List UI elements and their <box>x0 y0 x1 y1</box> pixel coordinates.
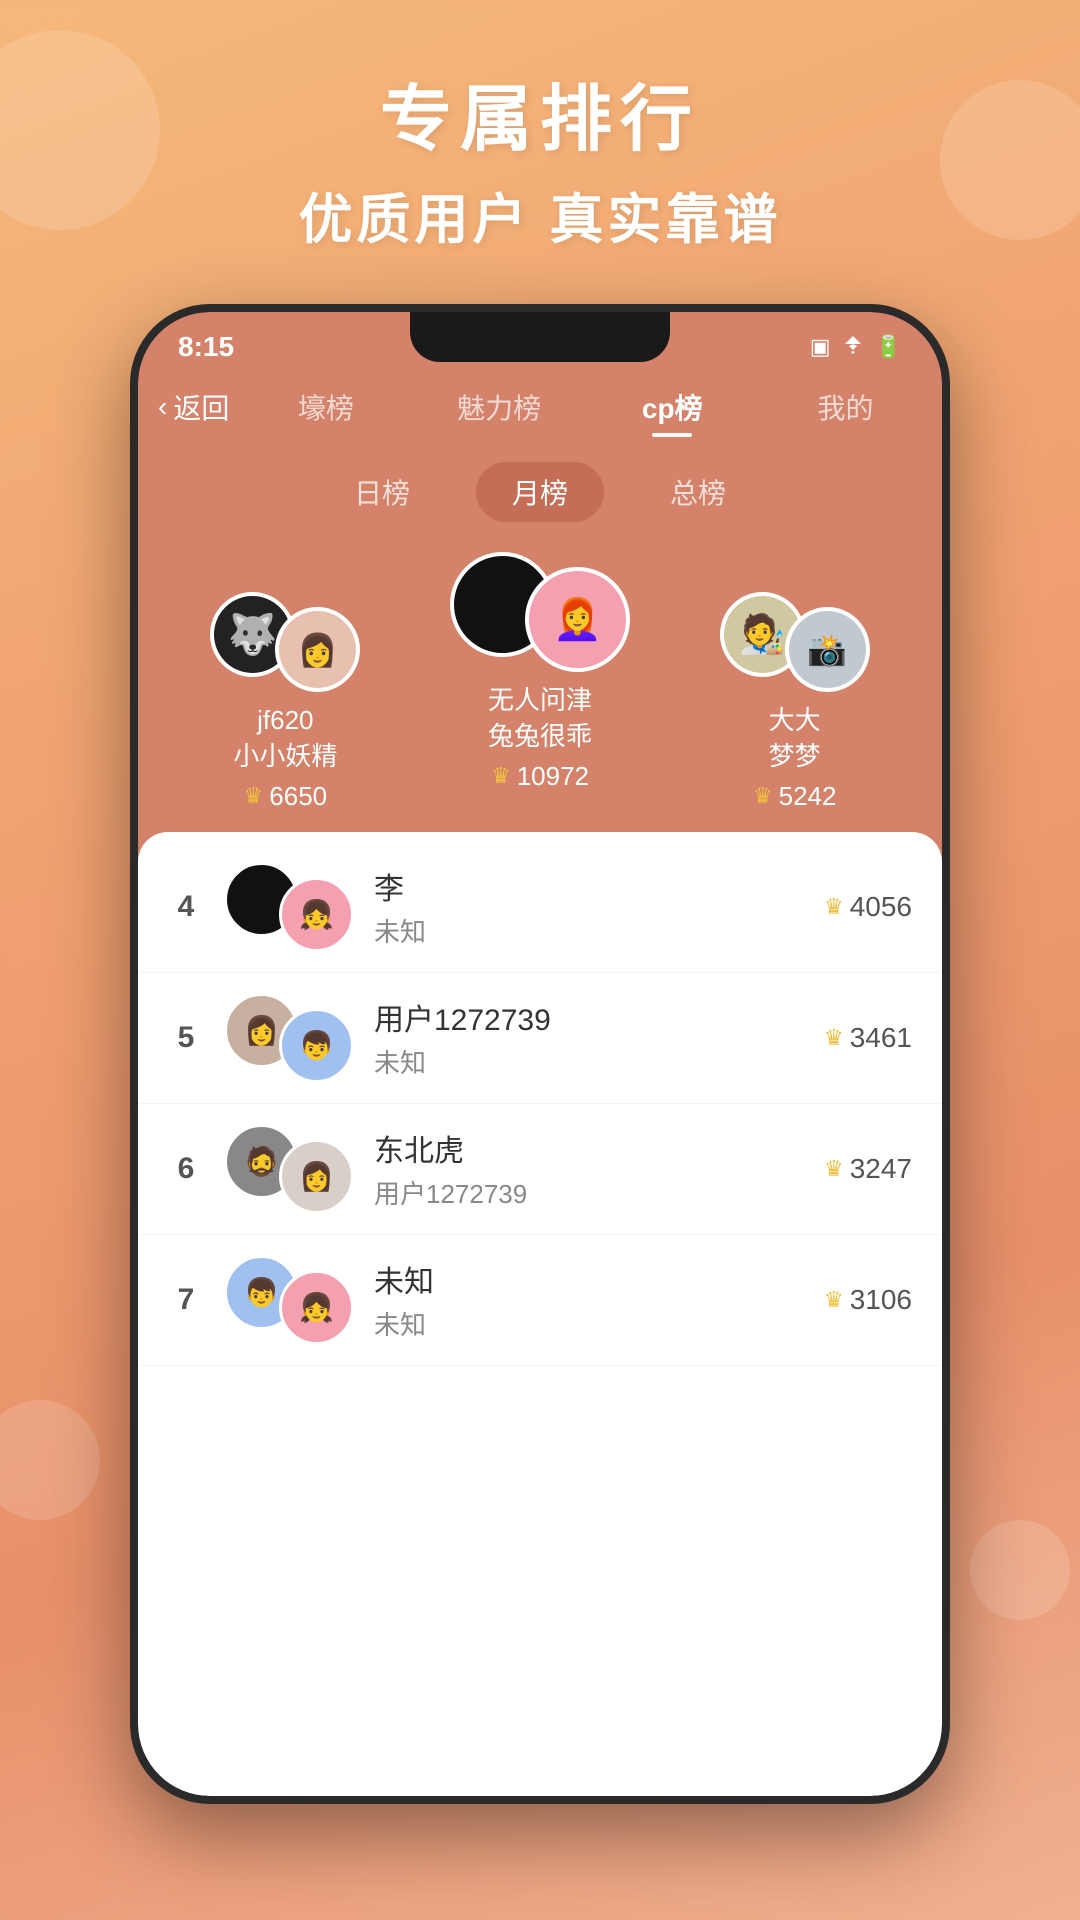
list-score-5: ♛ 3461 <box>824 1022 912 1054</box>
avatar-3-right: 📸 <box>785 607 870 692</box>
bg-circle-3 <box>0 1400 100 1520</box>
bg-circle-1 <box>0 30 160 230</box>
battery-icon: 🔋 <box>875 334 902 360</box>
cp-name-3: 大大 梦梦 <box>769 702 821 775</box>
phone-screen: 8:15 ▣ 🔋 ‹ 返回 壕榜 魅力榜 cp榜 我的 <box>138 312 942 1796</box>
cp-score-2: ♛ 6650 <box>244 781 328 812</box>
nav-tabs: ‹ 返回 壕榜 魅力榜 cp榜 我的 <box>138 372 942 442</box>
avatar-2-right: 👩 <box>275 607 360 692</box>
back-button[interactable]: ‹ 返回 <box>158 387 229 427</box>
bg-circle-2 <box>940 80 1080 240</box>
cp-name2-2: 小小妖精 <box>233 738 337 774</box>
page-title-main: 专属排行 <box>298 60 781 165</box>
list-info-5: 用户1272739 未知 <box>374 995 804 1080</box>
list-name1-7: 未知 <box>374 1257 804 1301</box>
score-value-2: 6650 <box>269 781 327 812</box>
back-chevron-icon: ‹ <box>158 391 167 423</box>
list-score-val-4: 4056 <box>850 891 912 923</box>
list-name2-5: 未知 <box>374 1043 804 1080</box>
podium-item-3: 🧑‍🎨 📸 大大 梦梦 ♛ 5242 <box>677 592 912 812</box>
crown-icon-2: ♛ <box>244 783 264 809</box>
list-info-6: 东北虎 用户1272739 <box>374 1126 804 1211</box>
tab-total[interactable]: 总榜 <box>634 462 762 522</box>
list-crown-5: ♛ <box>824 1025 844 1051</box>
avatar-4-right: 👧 <box>279 877 354 952</box>
score-value-1: 10972 <box>517 761 589 792</box>
crown-icon-1: ♛ <box>491 763 511 789</box>
cp-score-3: ♛ 5242 <box>753 781 837 812</box>
tab-daily[interactable]: 日榜 <box>318 462 446 522</box>
list-crown-4: ♛ <box>824 894 844 920</box>
rank-7: 7 <box>168 1283 204 1317</box>
list-info-7: 未知 未知 <box>374 1257 804 1342</box>
cp-name2-1: 兔兔很乖 <box>488 718 592 754</box>
avatar-7-right: 👧 <box>279 1270 354 1345</box>
phone-notch <box>410 312 670 362</box>
wifi-icon <box>841 334 865 360</box>
list-score-val-6: 3247 <box>850 1153 912 1185</box>
cp-score-1: ♛ 10972 <box>491 761 589 792</box>
avatar-1-right: 👩‍🦰 <box>525 567 630 672</box>
tab-cp[interactable]: cp榜 <box>596 381 749 433</box>
list-score-7: ♛ 3106 <box>824 1284 912 1316</box>
status-time: 8:15 <box>178 331 234 363</box>
list-name2-7: 未知 <box>374 1305 804 1342</box>
cp-name1-2: jf620 <box>233 702 337 738</box>
podium: 🐺 👩 jf620 小小妖精 ♛ 6650 <box>138 542 942 832</box>
avatar-6-right: 👩 <box>279 1139 354 1214</box>
bg-circle-4 <box>970 1520 1070 1620</box>
avatar-5-right: 👦 <box>279 1008 354 1083</box>
tab-hao[interactable]: 壕榜 <box>249 381 402 433</box>
period-tabs: 日榜 月榜 总榜 <box>138 442 942 542</box>
list-name2-4: 未知 <box>374 912 804 949</box>
list-info-4: 李 未知 <box>374 864 804 949</box>
tab-monthly[interactable]: 月榜 <box>476 462 604 522</box>
avatar-pair-4: 👧 <box>224 862 354 952</box>
list-item-5[interactable]: 5 👩 👦 用户1272739 未知 ♛ 3461 <box>138 973 942 1104</box>
avatar-pair-1: 👩‍🦰 <box>450 552 630 672</box>
list-crown-6: ♛ <box>824 1156 844 1182</box>
list-section: 4 👧 李 未知 ♛ 4056 5 <box>138 832 942 1796</box>
cp-name2-3: 梦梦 <box>769 738 821 774</box>
avatar-pair-7: 👦 👧 <box>224 1255 354 1345</box>
list-name2-6: 用户1272739 <box>374 1174 804 1211</box>
podium-item-1: 👩‍🦰 无人问津 兔兔很乖 ♛ 10972 <box>423 552 658 792</box>
cp-name1-3: 大大 <box>769 702 821 738</box>
list-crown-7: ♛ <box>824 1287 844 1313</box>
cp-name1-1: 无人问津 <box>488 682 592 718</box>
tab-mine[interactable]: 我的 <box>769 381 922 433</box>
back-label: 返回 <box>173 387 229 427</box>
crown-icon-3: ♛ <box>753 783 773 809</box>
list-score-val-5: 3461 <box>850 1022 912 1054</box>
avatar-pair-6: 🧔 👩 <box>224 1124 354 1214</box>
list-name1-6: 东北虎 <box>374 1126 804 1170</box>
rank-5: 5 <box>168 1021 204 1055</box>
list-name1-5: 用户1272739 <box>374 995 804 1039</box>
list-item-6[interactable]: 6 🧔 👩 东北虎 用户1272739 ♛ 3247 <box>138 1104 942 1235</box>
list-score-6: ♛ 3247 <box>824 1153 912 1185</box>
avatar-pair-2: 🐺 👩 <box>210 592 360 692</box>
page-title-sub: 优质用户 真实靠谱 <box>298 175 781 254</box>
cp-name-1: 无人问津 兔兔很乖 <box>488 682 592 755</box>
list-score-4: ♛ 4056 <box>824 891 912 923</box>
rank-6: 6 <box>168 1152 204 1186</box>
score-value-3: 5242 <box>779 781 837 812</box>
status-icons: ▣ 🔋 <box>810 334 902 360</box>
tab-charm[interactable]: 魅力榜 <box>423 381 576 433</box>
list-name1-4: 李 <box>374 864 804 908</box>
avatar-pair-5: 👩 👦 <box>224 993 354 1083</box>
list-item-4[interactable]: 4 👧 李 未知 ♛ 4056 <box>138 842 942 973</box>
list-score-val-7: 3106 <box>850 1284 912 1316</box>
podium-item-2: 🐺 👩 jf620 小小妖精 ♛ 6650 <box>168 592 403 812</box>
list-item-7[interactable]: 7 👦 👧 未知 未知 ♛ 3106 <box>138 1235 942 1366</box>
page-header: 专属排行 优质用户 真实靠谱 <box>298 0 781 254</box>
rank-4: 4 <box>168 890 204 924</box>
phone-mockup: 8:15 ▣ 🔋 ‹ 返回 壕榜 魅力榜 cp榜 我的 <box>130 304 950 1804</box>
vibrate-icon: ▣ <box>810 334 831 360</box>
cp-name-2: jf620 小小妖精 <box>233 702 337 775</box>
avatar-pair-3: 🧑‍🎨 📸 <box>720 592 870 692</box>
